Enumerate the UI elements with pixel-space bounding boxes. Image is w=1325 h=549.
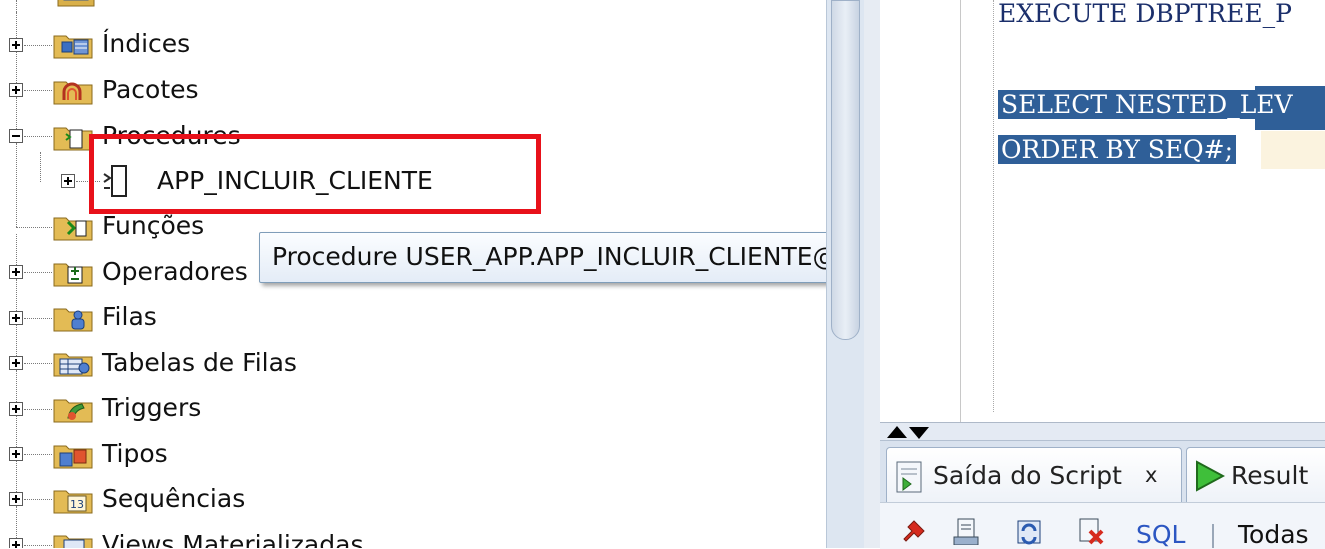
- materialized-view-folder-icon: [53, 535, 93, 548]
- tree-label-pacotes[interactable]: Pacotes: [102, 75, 199, 105]
- scrollbar-thumb[interactable]: [831, 0, 860, 340]
- tree-label-indices[interactable]: Índices: [102, 29, 190, 59]
- expand-toggle-indices[interactable]: [9, 38, 23, 52]
- tree-label-sequencias[interactable]: Sequências: [102, 484, 245, 514]
- filter-dropdown[interactable]: Todas: [1238, 520, 1309, 549]
- clear-icon[interactable]: [952, 517, 982, 545]
- tab-result-label[interactable]: Result: [1231, 461, 1308, 490]
- editor-margin-line: [993, 0, 994, 412]
- panel-splitter[interactable]: [864, 0, 881, 548]
- tree-label-filas[interactable]: Filas: [102, 302, 157, 332]
- type-folder-icon: [53, 445, 93, 469]
- expand-toggle-tipos[interactable]: [9, 447, 23, 461]
- run-icon: [1196, 460, 1225, 492]
- index-folder-icon: [53, 35, 93, 59]
- tree-label-triggers[interactable]: Triggers: [102, 393, 201, 423]
- tab-script-output[interactable]: Saída do Script x: [886, 447, 1182, 503]
- expand-toggle-tabelas-de-filas[interactable]: [9, 356, 23, 370]
- tree-scrollbar[interactable]: [826, 0, 866, 548]
- save-delete-icon[interactable]: [1076, 517, 1106, 545]
- expand-toggle-views-materializadas[interactable]: [9, 538, 23, 548]
- tree-label-tipos[interactable]: Tipos: [102, 439, 168, 469]
- script-output-icon: [896, 461, 922, 493]
- tree-label-operadores[interactable]: Operadores: [102, 257, 248, 287]
- tree-label-views-materializadas[interactable]: Views Materializadas: [102, 530, 363, 548]
- sequence-folder-icon: 13: [53, 490, 93, 514]
- sql-editor[interactable]: [880, 0, 1325, 422]
- trigger-folder-icon: [53, 399, 93, 423]
- highlight-box: [89, 134, 541, 214]
- output-tab-bar: Saída do Script x Result: [880, 440, 1325, 503]
- sql-link[interactable]: SQL: [1136, 520, 1185, 549]
- code-line-selected[interactable]: SELECT NESTED_LEV: [998, 88, 1296, 122]
- minimize-down-icon[interactable]: [909, 427, 929, 439]
- expand-toggle-app-incluir-cliente[interactable]: [61, 174, 75, 188]
- tree-label-tabelas-de-filas[interactable]: Tabelas de Filas: [102, 348, 297, 378]
- tree-label-funcoes[interactable]: Funções: [102, 211, 204, 241]
- current-line-highlight: [1261, 131, 1325, 169]
- dock-splitter[interactable]: [880, 422, 1325, 441]
- folder-icon: [57, 0, 95, 7]
- procedure-folder-icon: [53, 127, 93, 151]
- code-line[interactable]: EXECUTE DBPTREE_P: [998, 0, 1292, 31]
- code-line-selected[interactable]: ORDER BY SEQ#;: [998, 133, 1237, 167]
- package-folder-icon: [53, 81, 93, 105]
- function-folder-icon: [53, 217, 93, 241]
- close-icon[interactable]: x: [1145, 463, 1157, 487]
- operator-folder-icon: [53, 263, 93, 287]
- editor-gutter: [880, 0, 961, 422]
- tab-script-output-label[interactable]: Saída do Script: [933, 461, 1122, 490]
- expand-toggle-pacotes[interactable]: [9, 83, 23, 97]
- expand-toggle-filas[interactable]: [9, 311, 23, 325]
- refresh-icon[interactable]: [1014, 517, 1044, 545]
- toolbar-separator: [1212, 524, 1214, 548]
- tab-result[interactable]: Result: [1186, 447, 1325, 503]
- selected-text[interactable]: ORDER BY SEQ#;: [998, 135, 1237, 164]
- collapse-toggle-procedures[interactable]: [9, 129, 23, 143]
- expand-toggle-sequencias[interactable]: [9, 492, 23, 506]
- maximize-up-icon[interactable]: [887, 426, 907, 438]
- queue-folder-icon: [53, 308, 93, 332]
- pin-icon[interactable]: [898, 517, 928, 545]
- selected-text[interactable]: SELECT NESTED_LEV: [998, 90, 1296, 119]
- svg-text:13: 13: [70, 498, 84, 511]
- expand-toggle-operadores[interactable]: [9, 265, 23, 279]
- queue-table-folder-icon: [53, 353, 93, 377]
- expand-toggle-triggers[interactable]: [9, 402, 23, 416]
